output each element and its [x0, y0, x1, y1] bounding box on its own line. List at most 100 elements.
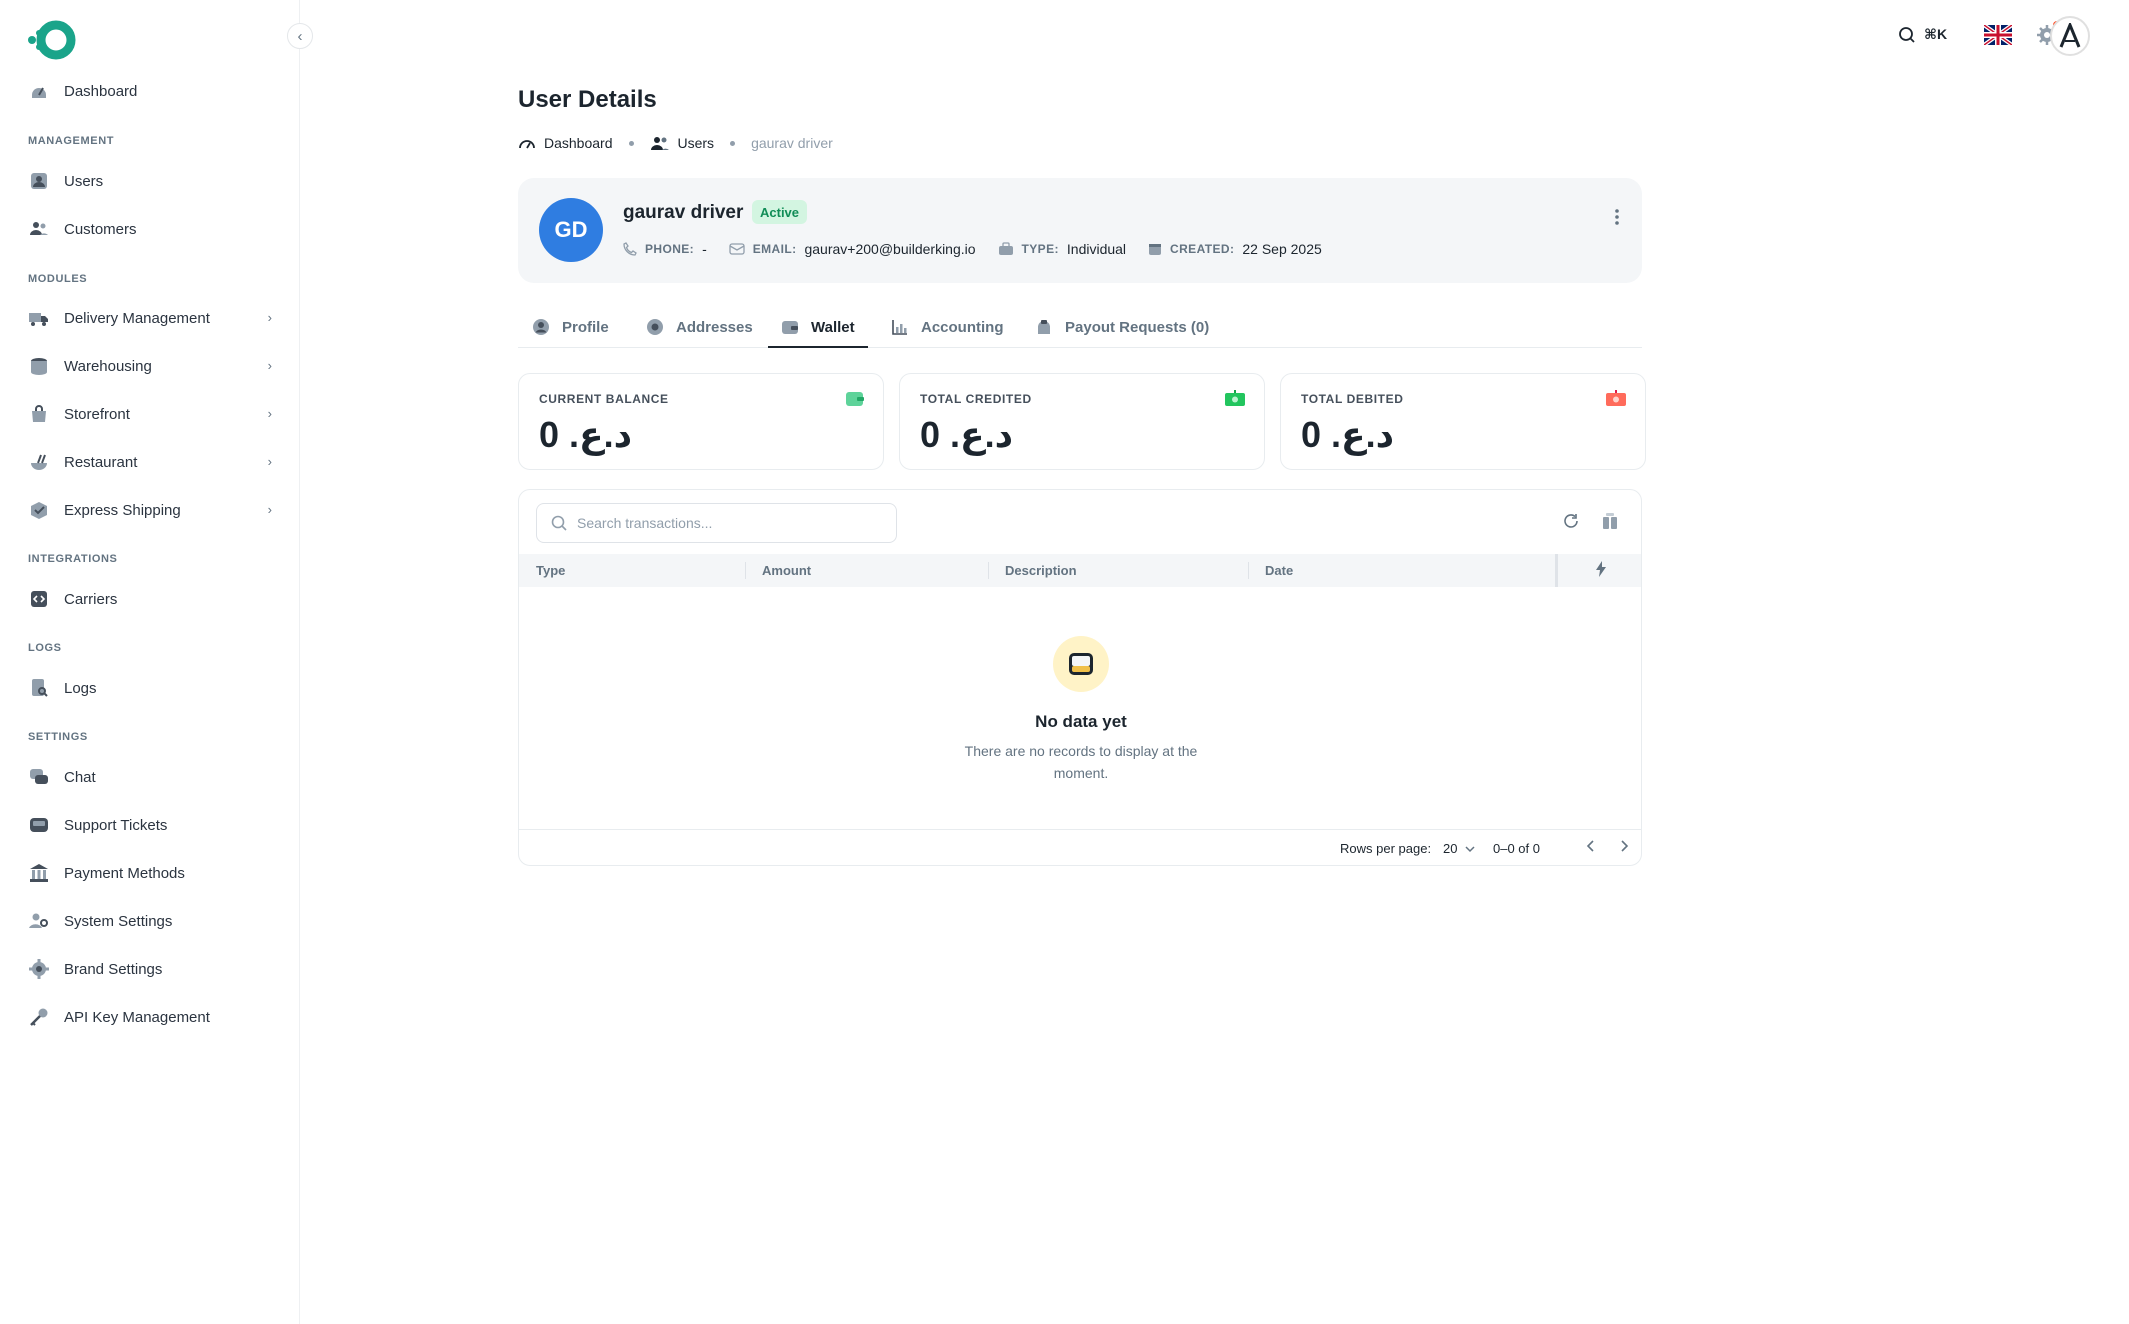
- users-icon: [650, 137, 669, 150]
- sidebar-item-restaurant[interactable]: Restaurant ›: [14, 442, 286, 482]
- sidebar-item-label: Storefront: [64, 405, 130, 423]
- tab-addresses[interactable]: Addresses: [646, 306, 753, 348]
- calendar-icon: [1149, 244, 1162, 255]
- search-icon: [1899, 27, 1915, 43]
- wallet-icon: [782, 321, 798, 334]
- restaurant-icon: [28, 451, 50, 473]
- sidebar-item-system-settings[interactable]: System Settings: [14, 901, 286, 941]
- code-icon: [28, 588, 50, 610]
- sidebar-item-label: Chat: [64, 768, 96, 786]
- chevron-right-icon: [1621, 840, 1629, 852]
- gear-icon: [28, 958, 50, 980]
- columns-button[interactable]: [1601, 512, 1619, 535]
- column-resize-handle[interactable]: [1555, 554, 1558, 587]
- more-options-button[interactable]: [1614, 208, 1620, 232]
- sidebar-item-brand-settings[interactable]: Brand Settings: [14, 949, 286, 989]
- user-icon: [28, 170, 50, 192]
- search-input[interactable]: [577, 515, 877, 531]
- sidebar-item-label: Customers: [64, 220, 137, 238]
- search-button[interactable]: [1896, 24, 1918, 46]
- sidebar-item-users[interactable]: Users: [14, 161, 286, 201]
- sidebar-item-label: Support Tickets: [64, 816, 168, 834]
- sidebar-item-payment-methods[interactable]: Payment Methods: [14, 853, 286, 893]
- section-integrations: INTEGRATIONS: [28, 553, 118, 565]
- chevron-right-icon: ›: [267, 454, 272, 469]
- refresh-icon: [1564, 514, 1578, 528]
- sidebar-item-label: System Settings: [64, 912, 173, 930]
- rows-per-page-label: Rows per page:: [1340, 841, 1432, 856]
- page-title: User Details: [518, 86, 657, 113]
- money-out-icon: [1606, 390, 1626, 406]
- column-header-amount[interactable]: Amount: [762, 563, 811, 578]
- column-header-description[interactable]: Description: [1005, 563, 1077, 578]
- warehouse-icon: [28, 355, 50, 377]
- chevron-right-icon: ›: [267, 358, 272, 373]
- sidebar-item-express-shipping[interactable]: Express Shipping ›: [14, 490, 286, 530]
- column-divider: [988, 562, 989, 579]
- chevron-right-icon: ›: [267, 310, 272, 325]
- tab-label: Wallet: [811, 318, 855, 336]
- tab-wallet[interactable]: Wallet: [781, 306, 855, 348]
- package-icon: [28, 499, 50, 521]
- previous-page-button[interactable]: [1586, 839, 1596, 858]
- search-transactions[interactable]: [536, 503, 897, 543]
- sidebar-item-warehousing[interactable]: Warehousing ›: [14, 346, 286, 386]
- stat-label: CURRENT BALANCE: [539, 392, 669, 406]
- created-value: 22 Sep 2025: [1242, 241, 1322, 257]
- chevron-down-icon: [1465, 845, 1475, 852]
- section-modules: MODULES: [28, 273, 88, 285]
- next-page-button[interactable]: [1619, 839, 1629, 858]
- sidebar-item-storefront[interactable]: Storefront ›: [14, 394, 286, 434]
- tab-accounting[interactable]: Accounting: [891, 306, 1004, 348]
- avatar: GD: [539, 198, 603, 262]
- collapse-sidebar-button[interactable]: ‹: [287, 23, 313, 49]
- section-management: MANAGEMENT: [28, 135, 115, 147]
- status-badge: Active: [752, 200, 808, 224]
- table-header: Type Amount Description Date: [519, 554, 1641, 587]
- sidebar-item-chat[interactable]: Chat: [14, 757, 286, 797]
- tab-profile[interactable]: Profile: [532, 306, 609, 348]
- rows-per-page-value: 20: [1443, 841, 1458, 856]
- briefcase-icon: [998, 242, 1013, 255]
- account-avatar[interactable]: [2050, 16, 2090, 56]
- refresh-button[interactable]: [1562, 512, 1580, 535]
- sidebar-item-api-key-management[interactable]: API Key Management: [14, 997, 286, 1037]
- stat-label: TOTAL CREDITED: [920, 392, 1032, 406]
- sidebar-item-dashboard[interactable]: Dashboard: [14, 71, 286, 111]
- phone-value: -: [702, 241, 707, 257]
- key-icon: [28, 1006, 50, 1028]
- breadcrumb-users[interactable]: Users: [650, 135, 714, 151]
- chevron-right-icon: ›: [267, 502, 272, 517]
- sidebar-item-logs[interactable]: Logs: [14, 668, 286, 708]
- tab-label: Payout Requests (0): [1065, 318, 1210, 336]
- tab-payout-requests[interactable]: Payout Requests (0): [1035, 306, 1209, 348]
- user-meta-row: PHONE: - EMAIL: gaurav+200@builderking.i…: [623, 241, 1344, 257]
- tab-label: Addresses: [676, 318, 753, 336]
- sidebar-item-carriers[interactable]: Carriers: [14, 579, 286, 619]
- sidebar-item-delivery-management[interactable]: Delivery Management ›: [14, 298, 286, 338]
- brand-logo[interactable]: [26, 19, 76, 63]
- app-root: Dashboard MANAGEMENT Users Customers MOD…: [0, 0, 2129, 1324]
- language-button[interactable]: [1984, 24, 2012, 46]
- sidebar-item-label: Restaurant: [64, 453, 138, 471]
- rows-per-page-select[interactable]: 20: [1443, 841, 1475, 856]
- sidebar-item-label: Carriers: [64, 590, 118, 608]
- sidebar-item-customers[interactable]: Customers: [14, 209, 286, 249]
- wallet-icon: [846, 392, 864, 406]
- more-vertical-icon: [1615, 209, 1619, 225]
- breadcrumb-label: Dashboard: [544, 135, 613, 151]
- user-settings-icon: [28, 910, 50, 932]
- tab-label: Accounting: [921, 318, 1004, 336]
- sidebar-item-support-tickets[interactable]: Support Tickets: [14, 805, 286, 845]
- column-header-type[interactable]: Type: [536, 563, 565, 578]
- column-header-date[interactable]: Date: [1265, 563, 1293, 578]
- breadcrumb-current: gaurav driver: [751, 135, 833, 151]
- sidebar-item-label: Users: [64, 172, 104, 190]
- money-bag-icon: [1038, 320, 1050, 334]
- user-tabs: Profile Addresses Wallet Accounting Payo…: [518, 306, 1642, 348]
- empty-state-description: There are no records to display at the m…: [964, 743, 1198, 781]
- empty-state-icon: [1053, 636, 1109, 692]
- transactions-table: Type Amount Description Date No data yet…: [518, 489, 1642, 866]
- breadcrumb-dashboard[interactable]: Dashboard: [518, 135, 613, 151]
- actions-column-header[interactable]: [1595, 561, 1607, 580]
